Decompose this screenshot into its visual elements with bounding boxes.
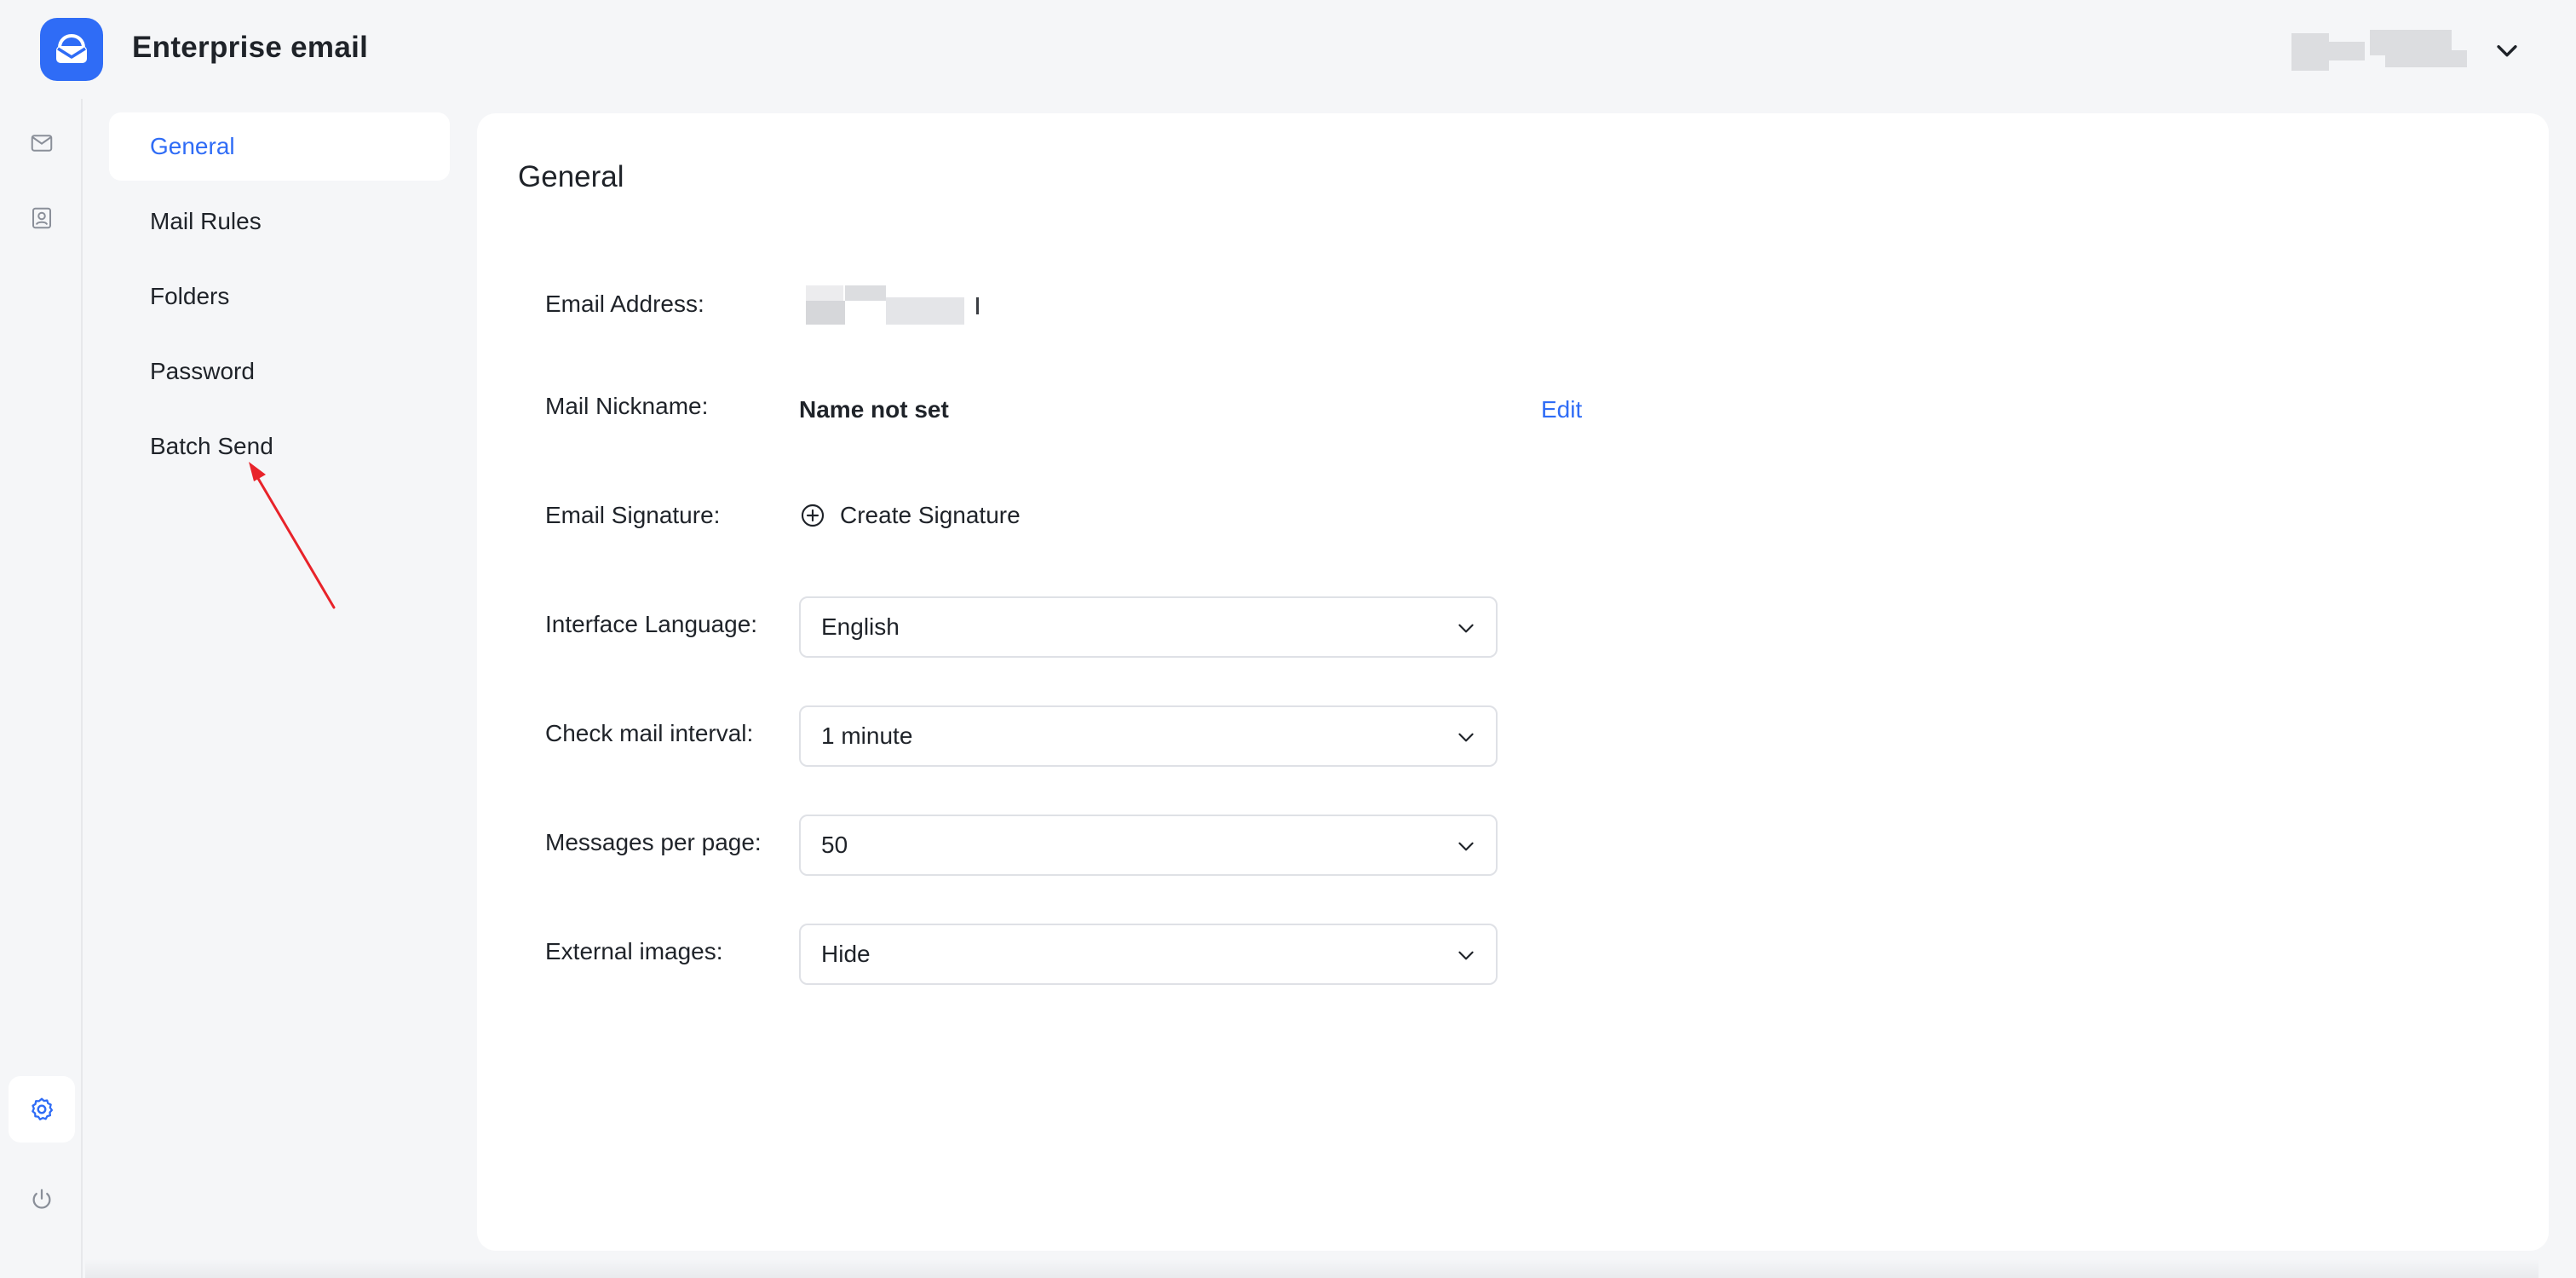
annotation-arrow — [249, 462, 336, 609]
rail-settings-button[interactable] — [9, 1076, 75, 1143]
contacts-icon — [32, 207, 51, 229]
nav-item-folders[interactable]: Folders — [109, 262, 450, 331]
chevron-down-icon — [1458, 842, 1474, 851]
mail-nickname-value: Name not set — [799, 396, 949, 423]
app-title: Enterprise email — [132, 31, 369, 64]
interface-language-value: English — [821, 613, 900, 640]
nav-item-label: Mail Rules — [150, 208, 262, 234]
plus-circle-icon — [801, 504, 825, 527]
app-window: Enterprise email General Mail Rules Fold… — [0, 0, 2576, 1278]
messages-per-page-label: Messages per page: — [545, 829, 762, 855]
icon-rail — [0, 99, 83, 1278]
interface-language-label: Interface Language: — [545, 611, 758, 637]
mail-nickname-label: Mail Nickname: — [545, 393, 709, 419]
user-name-redacted — [2291, 30, 2470, 71]
nav-item-mail-rules[interactable]: Mail Rules — [109, 187, 450, 256]
email-signature-label: Email Signature: — [545, 502, 721, 528]
interface-language-select[interactable]: English — [799, 596, 1498, 658]
external-images-select[interactable]: Hide — [799, 924, 1498, 985]
messages-per-page-select[interactable]: 50 — [799, 815, 1498, 876]
chevron-down-icon — [1458, 624, 1474, 633]
create-signature-label: Create Signature — [840, 502, 1021, 528]
mail-cloud-logo-icon — [40, 18, 103, 81]
nav-item-label: General — [150, 133, 235, 159]
nav-item-password[interactable]: Password — [109, 337, 450, 406]
settings-nav: General Mail Rules Folders Password Batc… — [109, 112, 450, 487]
rail-logout-button[interactable] — [9, 1166, 75, 1233]
check-mail-interval-value: 1 minute — [821, 722, 913, 749]
general-settings-panel: General Email Address: Mail Nickname: Na… — [477, 113, 2549, 1251]
panel-title: General — [518, 160, 624, 193]
check-mail-interval-select[interactable]: 1 minute — [799, 705, 1498, 767]
gear-icon — [32, 1097, 53, 1120]
email-address-label: Email Address: — [545, 291, 704, 317]
external-images-label: External images: — [545, 938, 723, 964]
window-bottom-shadow — [85, 1259, 2539, 1278]
edit-nickname-button[interactable]: Edit — [1541, 396, 1582, 423]
messages-per-page-value: 50 — [821, 832, 848, 858]
nav-item-general[interactable]: General — [109, 112, 450, 181]
user-menu[interactable] — [2291, 29, 2521, 72]
header: Enterprise email — [0, 0, 2576, 99]
rail-mail-button[interactable] — [9, 110, 75, 176]
external-images-value: Hide — [821, 941, 871, 967]
chevron-down-icon — [1458, 733, 1474, 742]
chevron-down-icon — [1458, 951, 1474, 960]
nav-item-label: Password — [150, 358, 255, 384]
chevron-down-icon[interactable] — [2493, 36, 2521, 65]
create-signature-button[interactable]: Create Signature — [799, 497, 1021, 534]
email-address-redacted — [806, 285, 1002, 328]
check-mail-interval-label: Check mail interval: — [545, 720, 754, 746]
power-icon — [32, 1189, 51, 1209]
mail-icon — [31, 135, 53, 152]
nav-item-label: Folders — [150, 283, 230, 309]
rail-contacts-button[interactable] — [9, 185, 75, 251]
